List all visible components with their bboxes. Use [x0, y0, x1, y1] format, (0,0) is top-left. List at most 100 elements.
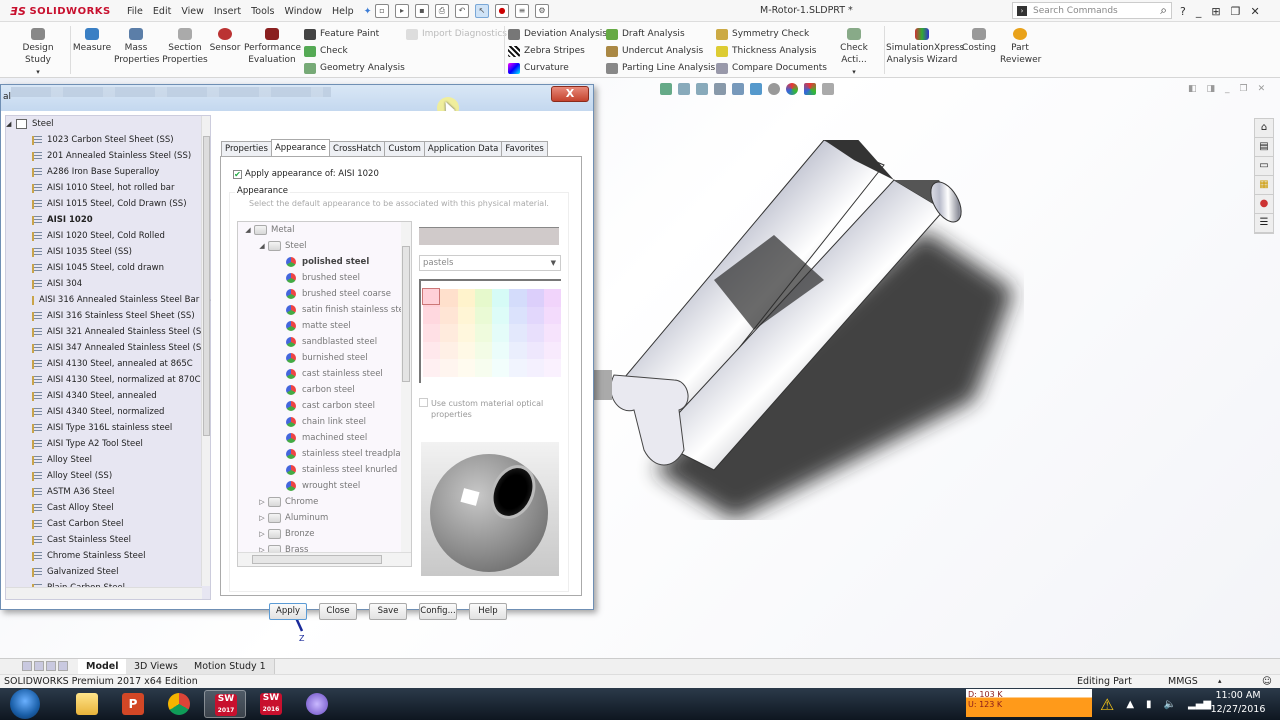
check-active-document-button[interactable]: Check Acti... ▾: [826, 28, 882, 78]
palette-cell[interactable]: [543, 341, 561, 360]
material-item[interactable]: AISI 4130 Steel, annealed at 865C: [6, 356, 210, 372]
palette-cell[interactable]: [440, 341, 458, 360]
file-explorer-icon[interactable]: ▭: [1255, 157, 1273, 176]
material-item[interactable]: AISI 1010 Steel, hot rolled bar: [6, 180, 210, 196]
undo-icon[interactable]: ↶: [455, 4, 469, 18]
palette-cell[interactable]: [457, 341, 475, 360]
appearance-item[interactable]: matte steel: [238, 318, 411, 334]
section-view-icon[interactable]: [732, 83, 744, 95]
hide-show-items-icon[interactable]: [768, 83, 780, 95]
material-item[interactable]: AISI 1035 Steel (SS): [6, 244, 210, 260]
help-icon[interactable]: ?: [1180, 5, 1186, 18]
appearance-tree-vertical-scrollbar[interactable]: [401, 222, 411, 552]
apply-scene-icon[interactable]: [804, 83, 816, 95]
apply-appearance-checkbox[interactable]: ✔ Apply appearance of: AISI 1020: [233, 169, 379, 179]
zoom-to-fit-icon[interactable]: [678, 83, 690, 95]
taskbar-chrome[interactable]: [158, 690, 200, 718]
palette-cell[interactable]: [474, 341, 492, 360]
view-settings-icon[interactable]: [822, 83, 834, 95]
first-tab-icon[interactable]: [22, 661, 32, 671]
taskbar-solidworks-2017[interactable]: SW 2017: [204, 690, 246, 718]
palette-cell[interactable]: [509, 306, 527, 325]
units-arrow-icon[interactable]: ▴: [1218, 675, 1222, 688]
material-category-steel[interactable]: ◢ Steel: [6, 116, 210, 132]
palette-cell[interactable]: [543, 306, 561, 325]
palette-cell[interactable]: [474, 306, 492, 325]
palette-cell[interactable]: [492, 306, 510, 325]
system-clock[interactable]: 11:00 AM 12/27/2016: [1206, 689, 1270, 717]
close-button[interactable]: Close: [319, 603, 357, 620]
material-item[interactable]: Cast Stainless Steel: [6, 532, 210, 548]
material-item[interactable]: ASTM A36 Steel: [6, 484, 210, 500]
taskbar-screen-recorder[interactable]: [296, 690, 338, 718]
save-button[interactable]: Save: [369, 603, 407, 620]
palette-cell[interactable]: [457, 289, 475, 307]
power-icon[interactable]: ▮: [1146, 699, 1152, 710]
palette-cell[interactable]: [423, 359, 441, 377]
appearances-scenes-icon[interactable]: ●: [1255, 195, 1273, 214]
appearance-item[interactable]: wrought steel: [238, 478, 411, 494]
menu-help[interactable]: Help: [327, 6, 359, 17]
close-icon[interactable]: ✕: [1250, 5, 1259, 18]
appearance-item[interactable]: chain link steel: [238, 414, 411, 430]
material-item[interactable]: AISI 1020: [6, 212, 210, 228]
taskbar-solidworks-2016[interactable]: SW 2016: [250, 690, 292, 718]
selected-palette-cell[interactable]: [422, 288, 440, 305]
performance-evaluation-button[interactable]: Performance Evaluation: [244, 28, 301, 66]
check-button[interactable]: Check: [304, 44, 348, 58]
material-item[interactable]: 1023 Carbon Steel Sheet (SS): [6, 132, 210, 148]
appearance-item[interactable]: burnished steel: [238, 350, 411, 366]
next-tab-icon[interactable]: [46, 661, 56, 671]
collapse-triangle-icon[interactable]: ▷: [256, 498, 268, 506]
material-item[interactable]: Cast Carbon Steel: [6, 516, 210, 532]
edit-appearance-icon[interactable]: [786, 83, 798, 95]
palette-cell[interactable]: [526, 359, 544, 377]
palette-cell[interactable]: [440, 289, 458, 307]
unit-system[interactable]: MMGS: [1168, 675, 1198, 688]
palette-cell[interactable]: [423, 306, 441, 325]
appearance-item[interactable]: brushed steel coarse: [238, 286, 411, 302]
appearance-tree-horizontal-scrollbar[interactable]: [238, 552, 411, 566]
scrollbar-thumb[interactable]: [402, 246, 410, 382]
palette-cell[interactable]: [543, 289, 561, 307]
parting-line-analysis-button[interactable]: Parting Line Analysis: [606, 61, 715, 75]
tab-favorites[interactable]: Favorites: [501, 141, 548, 156]
options-gear-icon[interactable]: ⚙: [535, 4, 549, 18]
zebra-stripes-button[interactable]: Zebra Stripes: [508, 44, 585, 58]
view-orientation-icon[interactable]: [660, 83, 672, 95]
viewport-restore-icon[interactable]: ❐: [1240, 84, 1248, 94]
appearance-folder[interactable]: ▷ Aluminum: [238, 510, 411, 526]
palette-cell[interactable]: [440, 359, 458, 377]
curvature-button[interactable]: Curvature: [508, 61, 569, 75]
simulationxpress-button[interactable]: SimulationXpress Analysis Wizard: [886, 28, 964, 66]
palette-cell[interactable]: [526, 324, 544, 342]
palette-cell[interactable]: [440, 324, 458, 342]
save-icon[interactable]: ▪: [415, 4, 429, 18]
menu-edit[interactable]: Edit: [148, 6, 176, 17]
appearance-item[interactable]: cast stainless steel: [238, 366, 411, 382]
expand-triangle-icon[interactable]: ◢: [256, 242, 268, 250]
expand-triangle-icon[interactable]: ◢: [242, 226, 254, 234]
select-icon[interactable]: ↖: [475, 4, 489, 18]
viewport-close-icon[interactable]: ✕: [1258, 84, 1266, 94]
collapse-triangle-icon[interactable]: ▷: [256, 530, 268, 538]
tab-properties[interactable]: Properties: [221, 141, 272, 156]
viewport-prev-icon[interactable]: ◧: [1188, 84, 1197, 94]
custom-optical-checkbox[interactable]: Use custom material optical properties: [419, 398, 559, 420]
draft-analysis-button[interactable]: Draft Analysis: [606, 27, 685, 41]
material-item[interactable]: AISI 321 Annealed Stainless Steel (SS): [6, 324, 210, 340]
palette-cell[interactable]: [492, 289, 510, 307]
palette-cell[interactable]: [474, 359, 492, 377]
material-item[interactable]: Alloy Steel (SS): [6, 468, 210, 484]
appearance-item[interactable]: stainless steel knurled: [238, 462, 411, 478]
tab-application-data[interactable]: Application Data: [423, 141, 503, 156]
sensor-button[interactable]: Sensor: [208, 28, 242, 54]
geometry-analysis-button[interactable]: Geometry Analysis: [304, 61, 405, 75]
palette-cell[interactable]: [492, 324, 510, 342]
compare-documents-button[interactable]: Compare Documents: [716, 61, 827, 75]
view-palette-icon[interactable]: ▦: [1255, 176, 1273, 195]
solidworks-logo[interactable]: ƎS SOLIDWORKS: [10, 2, 111, 20]
taskbar-file-explorer[interactable]: [66, 690, 108, 718]
palette-cell[interactable]: [440, 306, 458, 325]
checkbox-unchecked-icon[interactable]: [419, 398, 428, 407]
